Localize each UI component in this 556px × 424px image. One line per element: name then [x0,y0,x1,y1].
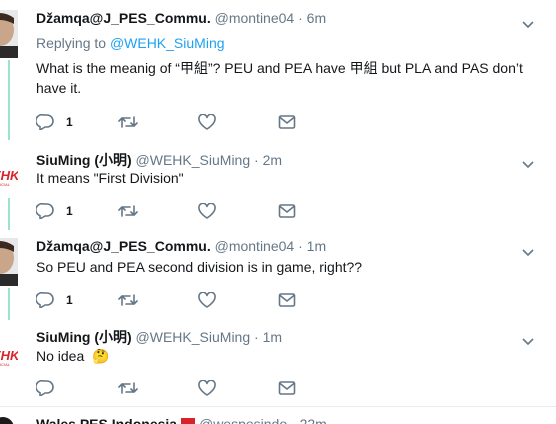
reply-icon [36,292,54,308]
timestamp[interactable]: 2m [263,152,282,168]
display-name[interactable]: SiuMing (小明) [36,152,132,168]
user-handle[interactable]: @WEHK_SiuMing [136,152,251,168]
tweet-actions: 1 [36,290,306,310]
tweet-header: Džamqa@J_PES_Commu. @montine04 · 1m [36,238,326,254]
user-handle[interactable]: @wespesindo · 22m [199,416,327,424]
like-button[interactable] [198,112,216,132]
dm-button[interactable] [278,378,296,398]
separator: · [254,152,259,168]
avatar[interactable]: EHK OFFICIAL [0,326,18,374]
reply-button[interactable]: 1 [36,290,73,310]
retweet-icon [118,294,138,306]
tweet-2[interactable]: EHK OFFICIAL SiuMing (小明) @WEHK_SiuMing … [0,140,556,230]
retweet-icon [118,382,138,394]
direct-message-icon [278,204,296,218]
thinking-face-emoji: 🤔 [92,348,110,364]
like-button[interactable] [198,290,216,310]
reply-icon [36,203,54,219]
tweet-text: It means "First Division" [36,170,184,186]
thread-line [8,198,10,230]
tweet-header: SiuMing (小明) @WEHK_SiuMing · 1m [36,327,282,347]
reply-count: 1 [66,204,73,218]
tweet-actions [36,378,306,398]
reply-button[interactable]: 1 [36,201,73,221]
reply-icon [36,114,54,130]
retweet-icon [118,116,138,128]
display-name[interactable]: Džamqa@J_PES_Commu. [36,238,211,254]
reply-count: 1 [66,115,73,129]
svg-text:OFFICIAL: OFFICIAL [0,182,11,187]
svg-text:EHK: EHK [0,348,18,363]
reply-icon [36,380,54,396]
like-icon [198,292,216,308]
reply-button[interactable] [36,378,66,398]
svg-text:OFFICIAL: OFFICIAL [0,362,11,367]
retweet-button[interactable] [118,290,138,310]
like-button[interactable] [198,201,216,221]
display-name[interactable]: Džamqa@J_PES_Commu. [36,10,211,26]
reply-button[interactable]: 1 [36,112,73,132]
like-button[interactable] [198,378,216,398]
tweet-5-partial[interactable]: Wales PES Indonesia @wespesindo · 22m [0,407,556,424]
tweet-4[interactable]: EHK OFFICIAL SiuMing (小明) @WEHK_SiuMing … [0,320,556,406]
tweet-header: Džamqa@J_PES_Commu. @montine04 · 6m [36,10,326,26]
replying-to: Replying to @WEHK_SiuMing [36,35,225,51]
display-name[interactable]: SiuMing (小明) [36,329,132,345]
like-icon [198,380,216,396]
thread-line [8,288,10,320]
avatar[interactable]: EHK OFFICIAL [0,146,18,194]
dm-button[interactable] [278,201,296,221]
tweet-3[interactable]: Džamqa@J_PES_Commu. @montine04 · 1m So P… [0,230,556,320]
avatar[interactable] [0,238,18,286]
svg-text:EHK: EHK [0,168,18,183]
tweet-text: So PEU and PEA second division is in gam… [36,259,363,275]
tweet-header: Wales PES Indonesia @wespesindo · 22m [36,416,327,424]
dm-button[interactable] [278,112,296,132]
direct-message-icon [278,293,296,307]
direct-message-icon [278,115,296,129]
replying-prefix: Replying to [36,35,110,51]
retweet-button[interactable] [118,112,138,132]
replying-to-link[interactable]: @WEHK_SiuMing [110,35,225,51]
direct-message-icon [278,381,296,395]
avatar[interactable] [0,10,18,58]
separator: · [254,329,259,345]
tweet-actions: 1 [36,112,306,132]
avatar[interactable] [0,417,14,424]
user-handle[interactable]: @montine04 [215,10,295,26]
timestamp[interactable]: 1m [263,329,282,345]
timestamp[interactable]: 1m [307,238,326,254]
tweet-actions: 1 [36,201,306,221]
flag-icon [181,418,196,424]
dm-button[interactable] [278,290,296,310]
user-handle[interactable]: @WEHK_SiuMing [136,329,251,345]
reply-count: 1 [66,293,73,307]
user-handle[interactable]: @montine04 [215,238,295,254]
like-icon [198,114,216,130]
timestamp[interactable]: 6m [307,10,326,26]
retweet-button[interactable] [118,378,138,398]
thread-line [8,60,10,140]
tweet-1[interactable]: Džamqa@J_PES_Commu. @montine04 · 6m Repl… [0,0,556,140]
chevron-down-icon[interactable] [522,333,534,346]
display-name[interactable]: Wales PES Indonesia [36,416,177,424]
tweet-text-content: No idea [36,348,85,364]
tweet-text: What is the meanig of “甲組”? PEU and PEA … [36,60,523,96]
chevron-down-icon[interactable] [522,16,534,29]
separator: · [298,10,303,26]
separator: · [298,238,303,254]
tweet-text: No idea 🤔 [36,346,536,366]
like-icon [198,203,216,219]
retweet-icon [118,205,138,217]
tweet-header: SiuMing (小明) @WEHK_SiuMing · 2m [36,150,282,170]
chevron-down-icon[interactable] [522,156,534,169]
retweet-button[interactable] [118,201,138,221]
chevron-down-icon[interactable] [522,244,534,257]
